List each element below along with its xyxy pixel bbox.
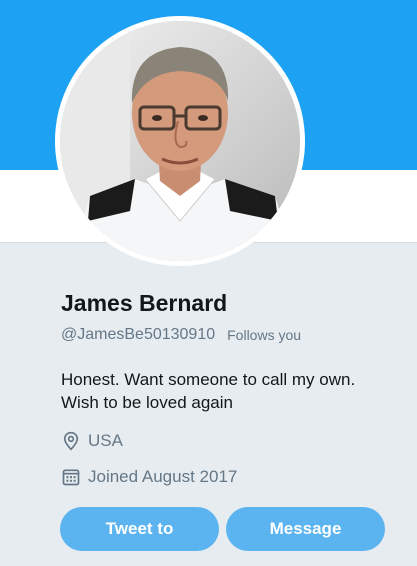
avatar[interactable] bbox=[55, 16, 305, 266]
calendar-icon bbox=[62, 469, 80, 486]
profile-bio: Honest. Want someone to call my own. Wis… bbox=[61, 368, 401, 414]
profile-location: USA bbox=[88, 431, 123, 450]
bio-line: Honest. Want someone to call my own. bbox=[61, 370, 356, 389]
follows-you-badge: Follows you bbox=[227, 327, 302, 343]
map-pin-icon bbox=[63, 431, 79, 451]
profile-handle[interactable]: @JamesBe50130910 bbox=[61, 326, 215, 344]
tweet-to-button[interactable]: Tweet to bbox=[60, 507, 219, 551]
profile-name[interactable]: James Bernard bbox=[61, 290, 227, 317]
location-row: USA bbox=[61, 431, 123, 451]
avatar-photo bbox=[60, 21, 300, 261]
message-button[interactable]: Message bbox=[226, 507, 385, 551]
joined-row: Joined August 2017 bbox=[61, 467, 237, 487]
handle-row: @JamesBe50130910 Follows you bbox=[61, 326, 301, 344]
bio-line: Wish to be loved again bbox=[61, 393, 233, 412]
profile-joined-date: Joined August 2017 bbox=[88, 467, 238, 486]
